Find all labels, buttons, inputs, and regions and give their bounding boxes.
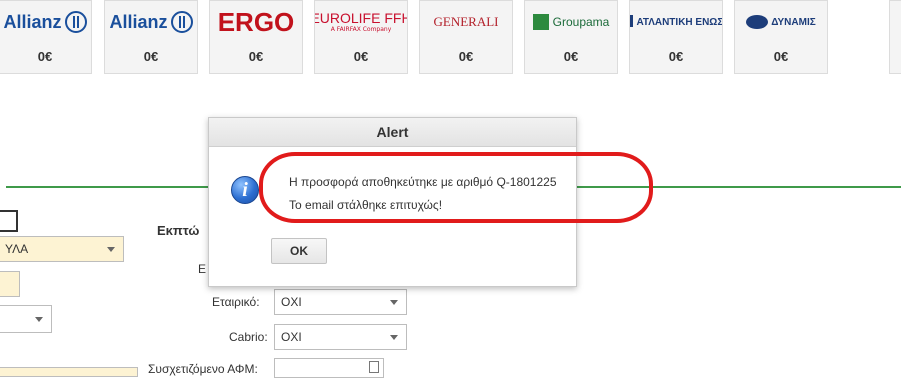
- chevron-down-icon: [35, 317, 43, 322]
- allianz-logo-icon: Allianz: [105, 7, 197, 37]
- insurer-price: 0€: [143, 49, 159, 64]
- etairiko-select[interactable]: ΟΧΙ: [274, 289, 407, 315]
- insurer-price: 0€: [668, 49, 684, 64]
- insurer-price: 0€: [248, 49, 264, 64]
- highlight-annotation: [259, 152, 653, 223]
- insurer-card-dynamis[interactable]: ΔΥΝΑΜΙΣ 0€: [734, 0, 828, 74]
- groupama-logo-icon: Groupama: [525, 7, 617, 37]
- ergo-logo-icon: ERGO: [217, 7, 295, 37]
- checkbox-partial[interactable]: [0, 210, 18, 232]
- atlantiki-logo-icon: ΑΤΛΑΝΤΙΚΗ ΕΝΩΣΗ: [630, 7, 722, 37]
- text-input-bottom-partial[interactable]: [0, 367, 138, 377]
- insurer-card-atlantiki[interactable]: ΑΤΛΑΝΤΙΚΗ ΕΝΩΣΗ 0€: [629, 0, 723, 74]
- calculator-icon[interactable]: [369, 361, 379, 373]
- dropdown-partial[interactable]: [0, 305, 52, 333]
- etairiko-value: ΟΧΙ: [281, 295, 302, 309]
- insurer-card-eurolife[interactable]: EUROLIFE FFH A FAIRFAX Company 0€: [314, 0, 408, 74]
- cabrio-label: Cabrio:: [229, 330, 268, 344]
- insurer-card-generali[interactable]: GENERALI 0€: [419, 0, 513, 74]
- insurer-card-groupama[interactable]: Groupama 0€: [524, 0, 618, 74]
- insurer-name: Allianz: [109, 11, 168, 32]
- chevron-down-icon: [390, 335, 398, 340]
- discounts-heading: Εκπτώ: [157, 223, 200, 238]
- insurer-name: ΔΥΝΑΜΙΣ: [771, 16, 816, 28]
- etairiko-label: Εταιρικό:: [212, 295, 260, 309]
- info-icon: i: [231, 176, 259, 204]
- insurer-price: 0€: [37, 49, 53, 64]
- afm-label: Συσχετιζόμενο ΑΦΜ:: [148, 362, 258, 376]
- chevron-down-icon: [107, 247, 115, 252]
- generali-logo-icon: GENERALI: [433, 14, 499, 29]
- insurer-name: EUROLIFE FFH: [315, 10, 407, 26]
- text-input-partial[interactable]: [0, 271, 20, 297]
- insurer-sub: A FAIRFAX Company: [330, 26, 392, 33]
- insurer-card-allianz-1[interactable]: Allianz 0€: [0, 0, 92, 74]
- insurer-name: Groupama: [552, 15, 610, 29]
- cabrio-value: ΟΧΙ: [281, 330, 302, 344]
- eurolife-logo-icon: EUROLIFE FFH A FAIRFAX Company: [315, 7, 407, 37]
- allianz-logo-icon: Allianz: [0, 7, 91, 37]
- select-value: ΥΛΑ: [5, 242, 29, 256]
- insurer-price: 0€: [458, 49, 474, 64]
- cabrio-select[interactable]: ΟΧΙ: [274, 324, 407, 350]
- coverage-select[interactable]: ΥΛΑ: [0, 236, 124, 262]
- partial-field-label: Ε: [198, 262, 207, 276]
- insurer-strip: Allianz 0€ Allianz 0€ ERGO 0€ EUROLIFE F…: [0, 0, 901, 78]
- dynamis-logo-icon: ΔΥΝΑΜΙΣ: [735, 7, 827, 37]
- alert-title: Alert: [209, 118, 576, 147]
- insurer-price: 0€: [773, 49, 789, 64]
- insurer-name: Allianz: [3, 11, 62, 32]
- afm-input[interactable]: [274, 358, 384, 378]
- chevron-down-icon: [390, 300, 398, 305]
- insurer-card-allianz-2[interactable]: Allianz 0€: [104, 0, 198, 74]
- insurer-card-ergo[interactable]: ERGO 0€: [209, 0, 303, 74]
- ok-button[interactable]: OK: [271, 238, 327, 264]
- insurer-price: 0€: [563, 49, 579, 64]
- insurer-price: 0€: [353, 49, 369, 64]
- insurer-card-partial[interactable]: [889, 0, 901, 74]
- insurer-name: ΑΤΛΑΝΤΙΚΗ ΕΝΩΣΗ: [636, 17, 722, 29]
